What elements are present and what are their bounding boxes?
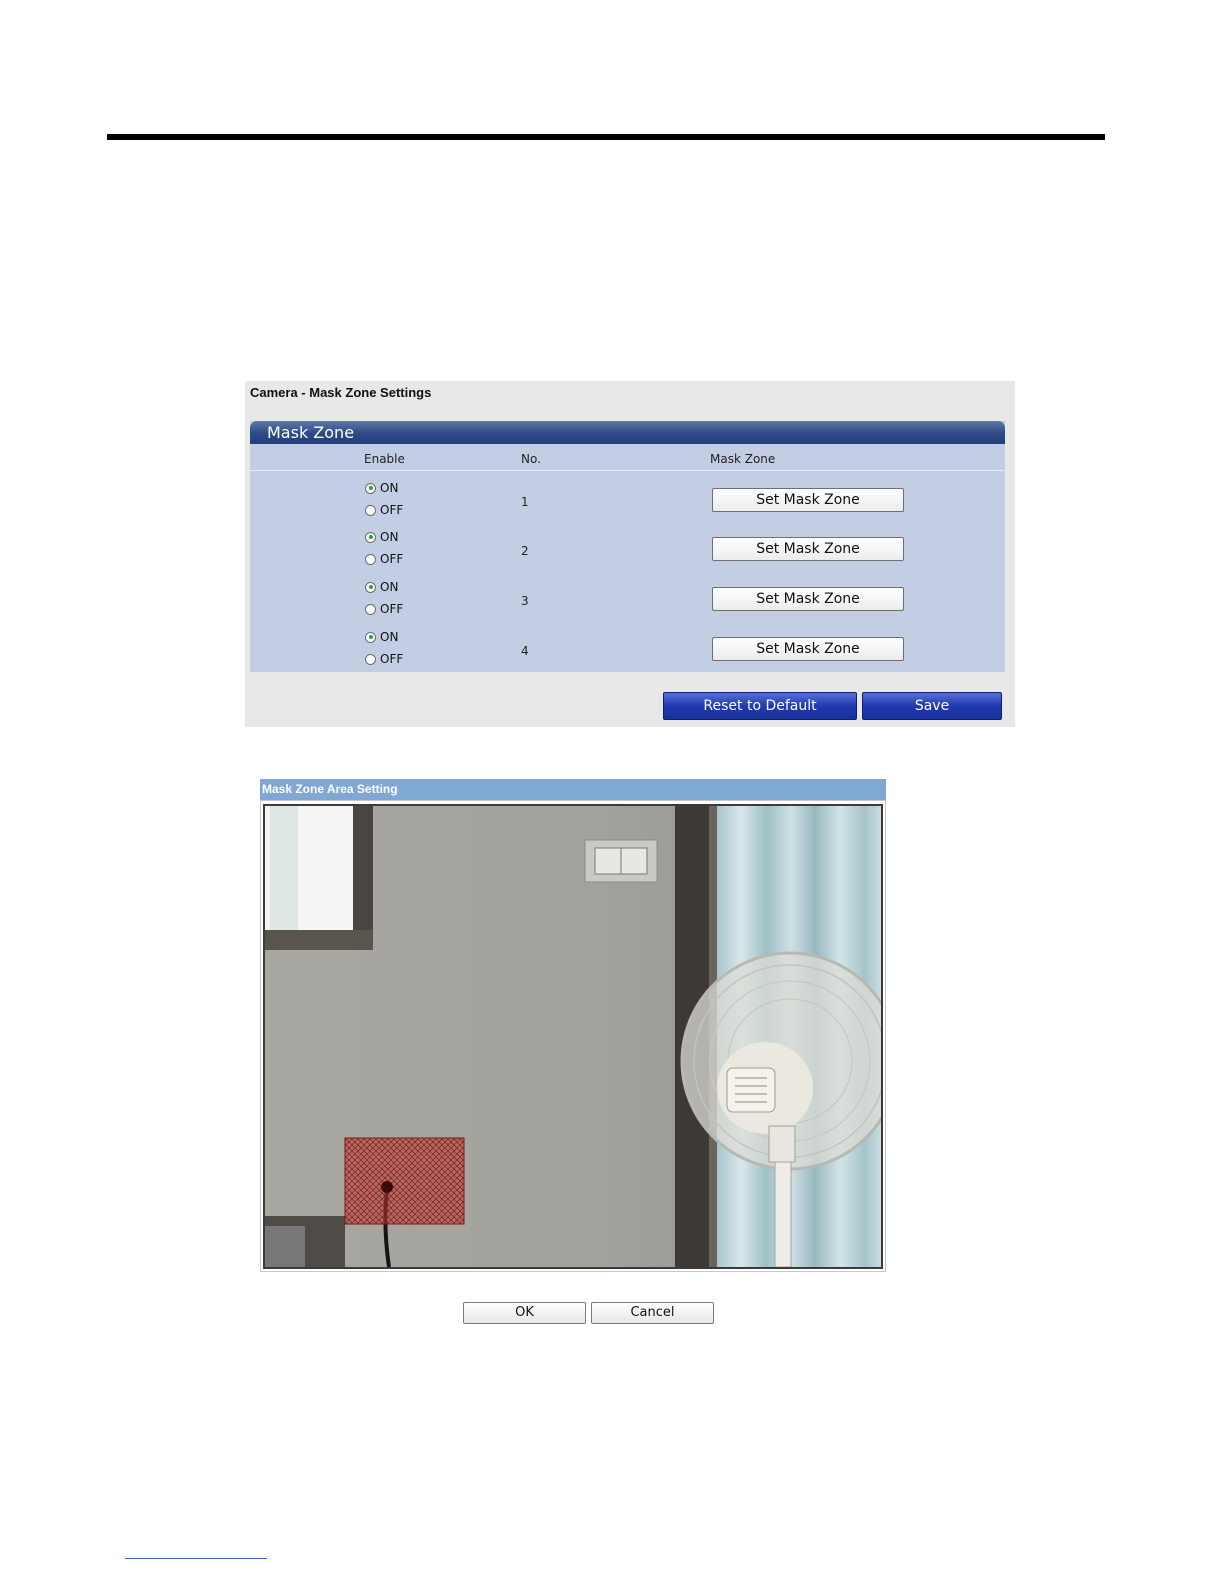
set-mask-zone-button-2[interactable]: Set Mask Zone	[712, 537, 904, 561]
header-divider	[250, 470, 1005, 471]
zone-number: 2	[521, 544, 529, 558]
radio-unchecked-icon	[365, 603, 376, 615]
radio-label-off: OFF	[380, 552, 404, 566]
radio-label-off: OFF	[380, 652, 404, 666]
radio-checked-icon	[365, 581, 376, 593]
camera-scene-image	[265, 806, 881, 1267]
radio-unchecked-icon	[365, 553, 376, 565]
radio-checked-icon	[365, 531, 376, 543]
ok-button[interactable]: OK	[463, 1302, 586, 1324]
radio-checked-icon	[365, 482, 376, 494]
page-title: Camera - Mask Zone Settings	[250, 385, 432, 400]
zone-number: 3	[521, 594, 529, 608]
cancel-button[interactable]: Cancel	[591, 1302, 714, 1324]
column-header-enable: Enable	[364, 452, 405, 466]
column-header-mask-zone: Mask Zone	[710, 452, 776, 466]
top-horizontal-rule	[107, 134, 1105, 140]
radio-unchecked-icon	[365, 504, 376, 516]
radio-label-off: OFF	[380, 602, 404, 616]
enable-on-radio-1[interactable]: ON	[365, 480, 398, 496]
set-mask-zone-button-3[interactable]: Set Mask Zone	[712, 587, 904, 611]
radio-label-on: ON	[380, 481, 399, 495]
reset-to-default-button[interactable]: Reset to Default	[663, 692, 857, 720]
section-header: Mask Zone	[250, 421, 1005, 444]
camera-preview[interactable]	[263, 804, 883, 1269]
mask-zone-row-2: ON OFF 2 Set Mask Zone	[250, 528, 1005, 576]
mask-zone-row-3: ON OFF 3 Set Mask Zone	[250, 578, 1005, 626]
enable-off-radio-2[interactable]: OFF	[365, 551, 403, 567]
radio-label-on: ON	[380, 530, 399, 544]
mask-zone-settings-panel: Camera - Mask Zone Settings Mask Zone En…	[245, 381, 1015, 727]
radio-unchecked-icon	[365, 653, 376, 665]
mask-zone-row-4: ON OFF 4 Set Mask Zone	[250, 628, 1005, 676]
zone-number: 1	[521, 495, 529, 509]
footer-link-underline	[125, 1558, 267, 1559]
mask-zone-section: Mask Zone Enable No. Mask Zone ON OFF 1 …	[250, 421, 1005, 672]
enable-off-radio-3[interactable]: OFF	[365, 601, 403, 617]
radio-checked-icon	[365, 631, 376, 643]
area-setting-title-bar: Mask Zone Area Setting	[260, 779, 886, 800]
column-header-no: No.	[521, 452, 541, 466]
radio-label-on: ON	[380, 580, 399, 594]
set-mask-zone-button-4[interactable]: Set Mask Zone	[712, 637, 904, 661]
enable-on-radio-2[interactable]: ON	[365, 529, 398, 545]
enable-on-radio-4[interactable]: ON	[365, 629, 398, 645]
enable-off-radio-4[interactable]: OFF	[365, 651, 403, 667]
save-button[interactable]: Save	[862, 692, 1002, 720]
enable-on-radio-3[interactable]: ON	[365, 579, 398, 595]
mask-zone-row-1: ON OFF 1 Set Mask Zone	[250, 478, 1005, 526]
enable-off-radio-1[interactable]: OFF	[365, 502, 403, 518]
zone-number: 4	[521, 644, 529, 658]
radio-label-off: OFF	[380, 503, 404, 517]
radio-label-on: ON	[380, 630, 399, 644]
set-mask-zone-button-1[interactable]: Set Mask Zone	[712, 488, 904, 512]
